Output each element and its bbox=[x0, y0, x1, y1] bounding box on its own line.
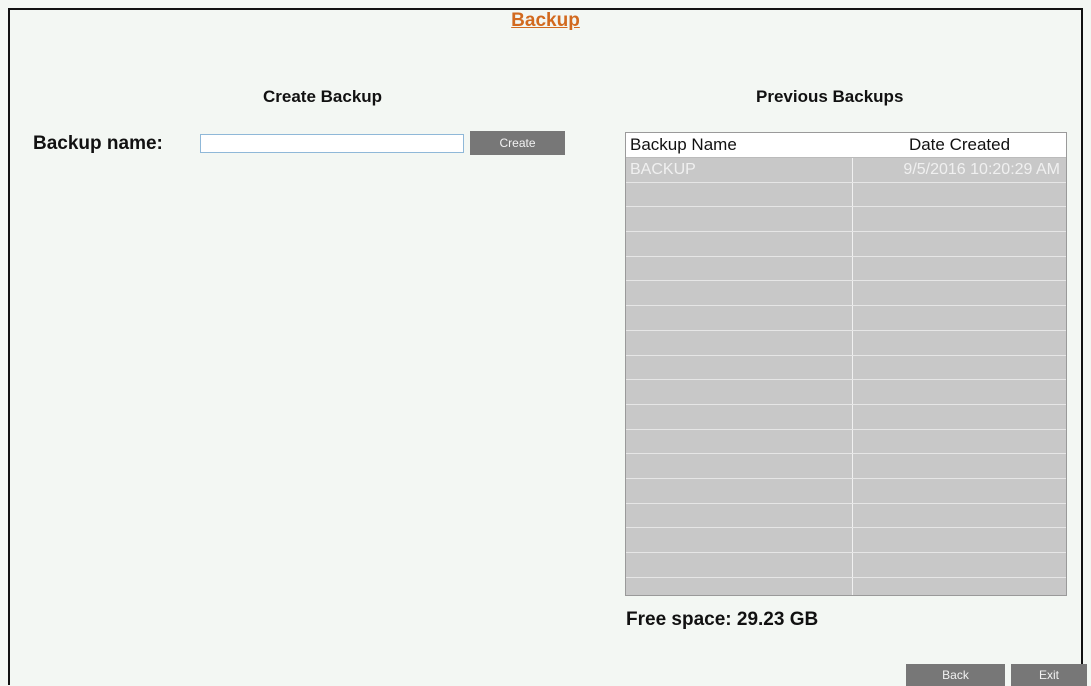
free-space-readout: Free space: 29.23 GB bbox=[626, 609, 819, 630]
cell-date-created bbox=[853, 232, 1066, 256]
cell-date-created bbox=[853, 405, 1066, 429]
table-row[interactable] bbox=[626, 429, 1066, 455]
cell-date-created bbox=[853, 504, 1066, 528]
cell-backup-name bbox=[626, 330, 853, 355]
cell-backup-name bbox=[626, 577, 853, 595]
table-row[interactable] bbox=[626, 503, 1066, 529]
table-row[interactable] bbox=[626, 380, 1066, 405]
column-header-date-created[interactable]: Date Created bbox=[853, 133, 1066, 157]
cell-backup-name bbox=[626, 306, 853, 330]
cell-backup-name bbox=[626, 478, 853, 503]
cell-backup-name bbox=[626, 503, 853, 528]
cell-backup-name bbox=[626, 553, 853, 577]
create-backup-heading: Create Backup bbox=[263, 87, 383, 106]
table-row[interactable] bbox=[626, 528, 1066, 553]
cell-date-created bbox=[853, 257, 1066, 281]
back-button[interactable]: Back bbox=[906, 664, 1005, 686]
cell-date-created bbox=[853, 578, 1066, 595]
cell-backup-name bbox=[626, 281, 853, 306]
table-row[interactable]: BACKUP 9/5/2016 10:20:29 AM bbox=[626, 158, 1066, 183]
table-row[interactable] bbox=[626, 553, 1066, 578]
cell-date-created bbox=[853, 454, 1066, 478]
table-row[interactable] bbox=[626, 281, 1066, 307]
table-row[interactable] bbox=[626, 330, 1066, 356]
cell-backup-name bbox=[626, 454, 853, 478]
table-row[interactable] bbox=[626, 355, 1066, 381]
cell-date-created bbox=[853, 281, 1066, 305]
cell-date-created bbox=[853, 331, 1066, 355]
cell-date-created bbox=[853, 183, 1066, 207]
table-body: BACKUP 9/5/2016 10:20:29 AM bbox=[626, 158, 1066, 595]
table-row[interactable] bbox=[626, 256, 1066, 282]
table-row[interactable] bbox=[626, 577, 1066, 595]
cell-backup-name: BACKUP bbox=[626, 158, 853, 182]
table-row[interactable] bbox=[626, 232, 1066, 257]
table-row[interactable] bbox=[626, 207, 1066, 233]
cell-backup-name bbox=[626, 256, 853, 281]
cell-backup-name bbox=[626, 207, 853, 232]
table-header: Backup Name Date Created bbox=[626, 133, 1066, 158]
backup-name-label: Backup name: bbox=[33, 133, 163, 154]
cell-date-created bbox=[853, 380, 1066, 404]
backup-name-input[interactable] bbox=[200, 134, 464, 153]
cell-backup-name bbox=[626, 528, 853, 552]
table-row[interactable] bbox=[626, 478, 1066, 504]
previous-backups-heading: Previous Backups bbox=[756, 87, 904, 106]
cell-backup-name bbox=[626, 182, 853, 207]
cell-backup-name bbox=[626, 429, 853, 454]
table-row[interactable] bbox=[626, 306, 1066, 331]
cell-date-created bbox=[853, 207, 1066, 231]
previous-backups-table: Backup Name Date Created BACKUP 9/5/2016 … bbox=[625, 132, 1067, 596]
cell-date-created bbox=[853, 356, 1066, 380]
cell-backup-name bbox=[626, 232, 853, 256]
cell-backup-name bbox=[626, 355, 853, 380]
table-row[interactable] bbox=[626, 404, 1066, 430]
table-row[interactable] bbox=[626, 182, 1066, 208]
page-title[interactable]: Backup bbox=[0, 10, 1091, 32]
table-row[interactable] bbox=[626, 454, 1066, 479]
column-header-backup-name[interactable]: Backup Name bbox=[626, 133, 853, 157]
cell-date-created bbox=[853, 430, 1066, 454]
cell-backup-name bbox=[626, 380, 853, 404]
cell-date-created: 9/5/2016 10:20:29 AM bbox=[903, 161, 1060, 178]
cell-date-created bbox=[853, 306, 1066, 330]
cell-date-created bbox=[853, 528, 1066, 552]
cell-date-created bbox=[853, 553, 1066, 577]
cell-backup-name bbox=[626, 404, 853, 429]
exit-button[interactable]: Exit bbox=[1011, 664, 1087, 686]
create-button[interactable]: Create bbox=[470, 131, 565, 155]
cell-date-created bbox=[853, 479, 1066, 503]
